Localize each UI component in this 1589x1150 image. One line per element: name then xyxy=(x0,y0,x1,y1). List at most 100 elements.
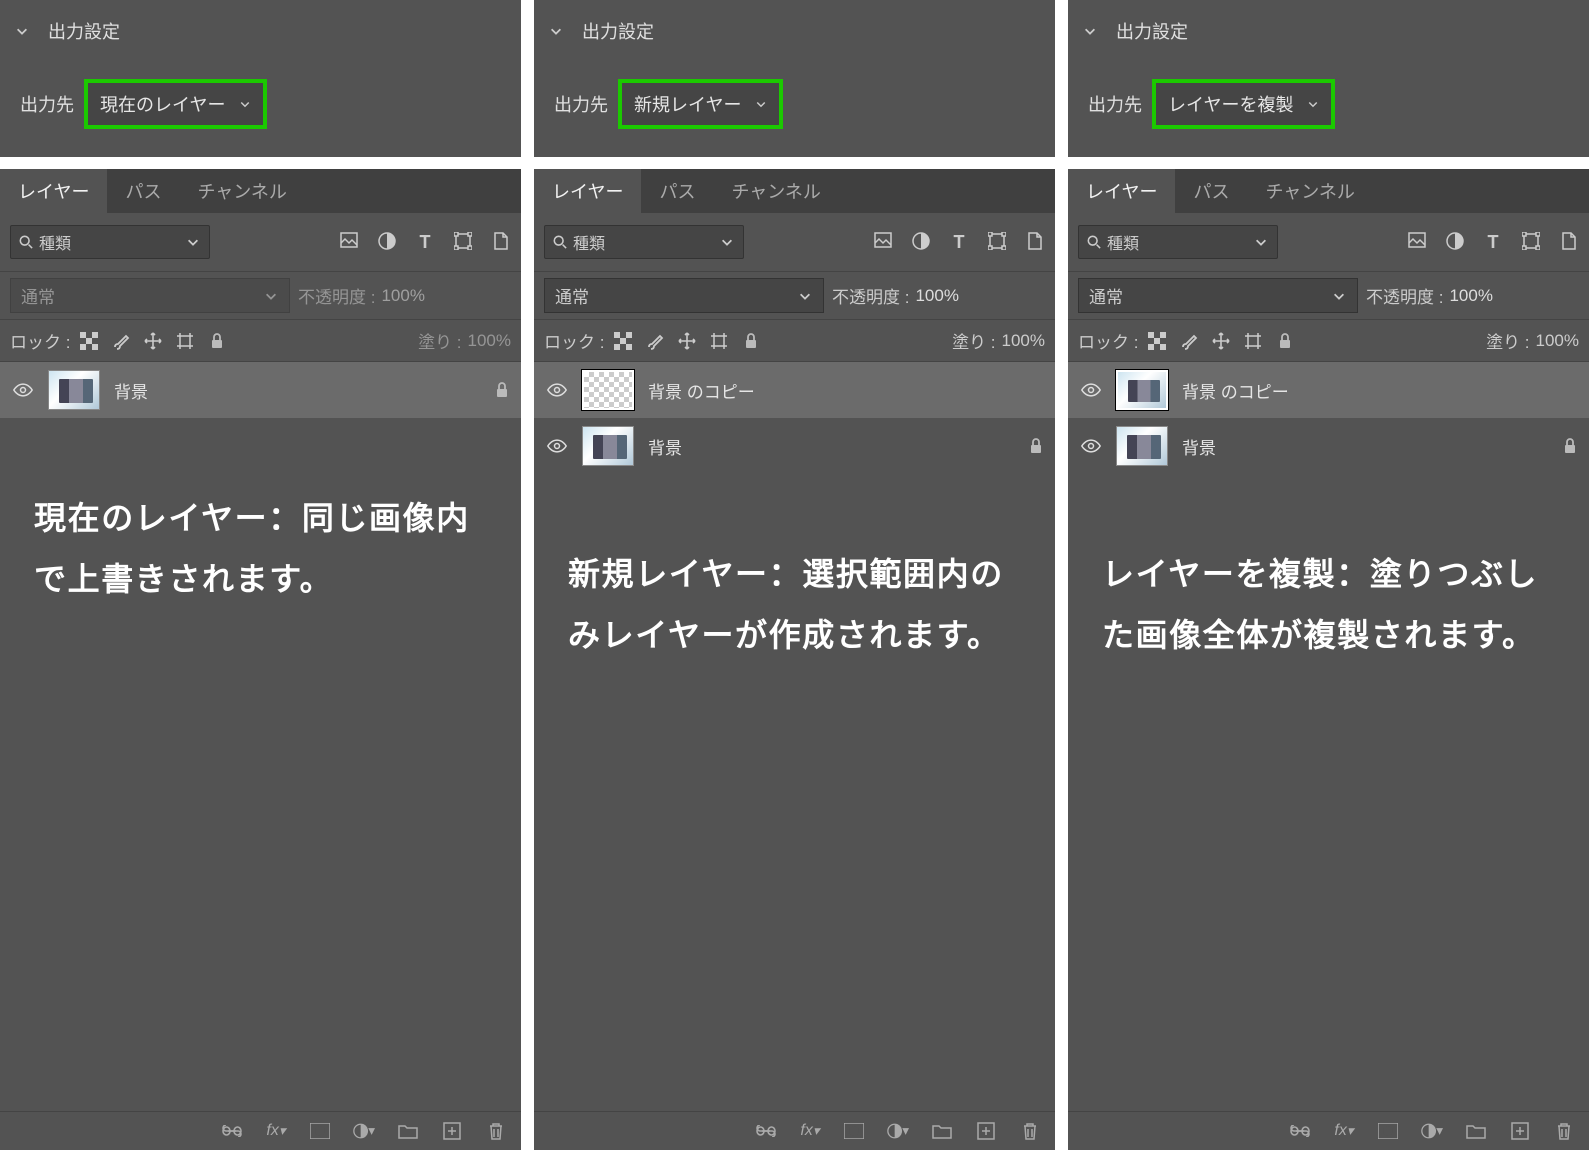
group-icon[interactable] xyxy=(1465,1123,1487,1139)
visibility-toggle-icon[interactable] xyxy=(1080,383,1102,397)
layer-name[interactable]: 背景 xyxy=(648,434,1015,459)
filter-image-icon[interactable] xyxy=(1407,232,1427,253)
adjustment-icon[interactable]: ▾ xyxy=(353,1122,375,1140)
layer-row[interactable]: 背景 xyxy=(534,418,1055,474)
filter-adjust-icon[interactable] xyxy=(1445,232,1465,253)
trash-icon[interactable] xyxy=(1019,1122,1041,1140)
tab-paths[interactable]: パス xyxy=(1175,169,1247,213)
output-destination-dropdown[interactable]: 現在のレイヤー xyxy=(84,79,267,129)
blend-mode-dropdown[interactable]: 通常 xyxy=(544,278,824,313)
trash-icon[interactable] xyxy=(1553,1122,1575,1140)
collapse-icon[interactable] xyxy=(1082,23,1098,39)
filter-text-icon[interactable]: T xyxy=(1483,232,1503,253)
lock-pixels-icon[interactable] xyxy=(614,332,632,350)
lock-move-icon[interactable] xyxy=(678,332,696,350)
fill-value[interactable]: 100% xyxy=(1536,331,1579,351)
filter-smart-icon[interactable] xyxy=(1025,232,1045,253)
layer-thumbnail[interactable] xyxy=(582,426,634,466)
lock-brush-icon[interactable] xyxy=(646,332,664,350)
tab-layers[interactable]: レイヤー xyxy=(1068,169,1175,213)
layer-name[interactable]: 背景 のコピー xyxy=(648,378,1043,403)
tab-layers[interactable]: レイヤー xyxy=(534,169,641,213)
filter-adjust-icon[interactable] xyxy=(377,232,397,253)
type-filter-dropdown[interactable]: 種類 xyxy=(1078,225,1278,259)
trash-icon[interactable] xyxy=(485,1122,507,1140)
group-icon[interactable] xyxy=(397,1123,419,1139)
layer-row[interactable]: 背景 のコピー xyxy=(534,362,1055,418)
visibility-toggle-icon[interactable] xyxy=(1080,439,1102,453)
layer-row[interactable]: 背景 xyxy=(1068,418,1589,474)
filter-image-icon[interactable] xyxy=(339,232,359,253)
layer-name[interactable]: 背景 xyxy=(1182,434,1549,459)
opacity-value[interactable]: 100% xyxy=(915,286,958,306)
collapse-icon[interactable] xyxy=(548,23,564,39)
panel-tabs: レイヤー パス チャンネル xyxy=(0,169,521,213)
lock-all-icon[interactable] xyxy=(1276,333,1294,349)
lock-brush-icon[interactable] xyxy=(1180,332,1198,350)
fill-value[interactable]: 100% xyxy=(1002,331,1045,351)
opacity-value[interactable]: 100% xyxy=(381,286,424,306)
blend-mode-dropdown[interactable]: 通常 xyxy=(10,278,290,313)
tab-channels[interactable]: チャンネル xyxy=(713,169,838,213)
layer-row[interactable]: 背景 のコピー xyxy=(1068,362,1589,418)
filter-adjust-icon[interactable] xyxy=(911,232,931,253)
filter-shape-icon[interactable] xyxy=(453,232,473,253)
lock-move-icon[interactable] xyxy=(144,332,162,350)
filter-text-icon[interactable]: T xyxy=(415,232,435,253)
tab-paths[interactable]: パス xyxy=(107,169,179,213)
link-icon[interactable] xyxy=(755,1125,777,1137)
lock-pixels-icon[interactable] xyxy=(1148,332,1166,350)
layer-name[interactable]: 背景 のコピー xyxy=(1182,378,1577,403)
blend-mode-dropdown[interactable]: 通常 xyxy=(1078,278,1358,313)
link-icon[interactable] xyxy=(221,1125,243,1137)
fx-icon[interactable]: fx▾ xyxy=(265,1122,287,1140)
tab-layers[interactable]: レイヤー xyxy=(0,169,107,213)
lock-label: ロック : xyxy=(1078,328,1138,353)
lock-all-icon[interactable] xyxy=(208,333,226,349)
type-filter-dropdown[interactable]: 種類 xyxy=(544,225,744,259)
layer-thumbnail[interactable] xyxy=(1116,426,1168,466)
lock-move-icon[interactable] xyxy=(1212,332,1230,350)
filter-text-icon[interactable]: T xyxy=(949,232,969,253)
tab-channels[interactable]: チャンネル xyxy=(1247,169,1372,213)
lock-artboard-icon[interactable] xyxy=(710,332,728,350)
opacity-value[interactable]: 100% xyxy=(1449,286,1492,306)
lock-brush-icon[interactable] xyxy=(112,332,130,350)
type-filter-dropdown[interactable]: 種類 xyxy=(10,225,210,259)
filter-shape-icon[interactable] xyxy=(987,232,1007,253)
lock-all-icon[interactable] xyxy=(742,333,760,349)
output-destination-dropdown[interactable]: 新規レイヤー xyxy=(618,79,783,129)
layer-thumbnail[interactable] xyxy=(48,370,100,410)
new-layer-icon[interactable] xyxy=(441,1122,463,1140)
new-layer-icon[interactable] xyxy=(1509,1122,1531,1140)
layer-thumbnail[interactable] xyxy=(1116,370,1168,410)
layer-row[interactable]: 背景 xyxy=(0,362,521,418)
mask-icon[interactable] xyxy=(843,1123,865,1139)
collapse-icon[interactable] xyxy=(14,23,30,39)
group-icon[interactable] xyxy=(931,1123,953,1139)
visibility-toggle-icon[interactable] xyxy=(546,383,568,397)
filter-smart-icon[interactable] xyxy=(491,232,511,253)
fill-value[interactable]: 100% xyxy=(468,331,511,351)
lock-pixels-icon[interactable] xyxy=(80,332,98,350)
layer-name[interactable]: 背景 xyxy=(114,378,481,403)
new-layer-icon[interactable] xyxy=(975,1122,997,1140)
fx-icon[interactable]: fx▾ xyxy=(1333,1122,1355,1140)
filter-image-icon[interactable] xyxy=(873,232,893,253)
tab-paths[interactable]: パス xyxy=(641,169,713,213)
fx-icon[interactable]: fx▾ xyxy=(799,1122,821,1140)
output-destination-dropdown[interactable]: レイヤーを複製 xyxy=(1152,79,1335,129)
visibility-toggle-icon[interactable] xyxy=(546,439,568,453)
mask-icon[interactable] xyxy=(1377,1123,1399,1139)
link-icon[interactable] xyxy=(1289,1125,1311,1137)
filter-shape-icon[interactable] xyxy=(1521,232,1541,253)
mask-icon[interactable] xyxy=(309,1123,331,1139)
layer-thumbnail[interactable] xyxy=(582,370,634,410)
filter-smart-icon[interactable] xyxy=(1559,232,1579,253)
lock-artboard-icon[interactable] xyxy=(176,332,194,350)
tab-channels[interactable]: チャンネル xyxy=(179,169,304,213)
adjustment-icon[interactable]: ▾ xyxy=(1421,1122,1443,1140)
visibility-toggle-icon[interactable] xyxy=(12,383,34,397)
adjustment-icon[interactable]: ▾ xyxy=(887,1122,909,1140)
lock-artboard-icon[interactable] xyxy=(1244,332,1262,350)
